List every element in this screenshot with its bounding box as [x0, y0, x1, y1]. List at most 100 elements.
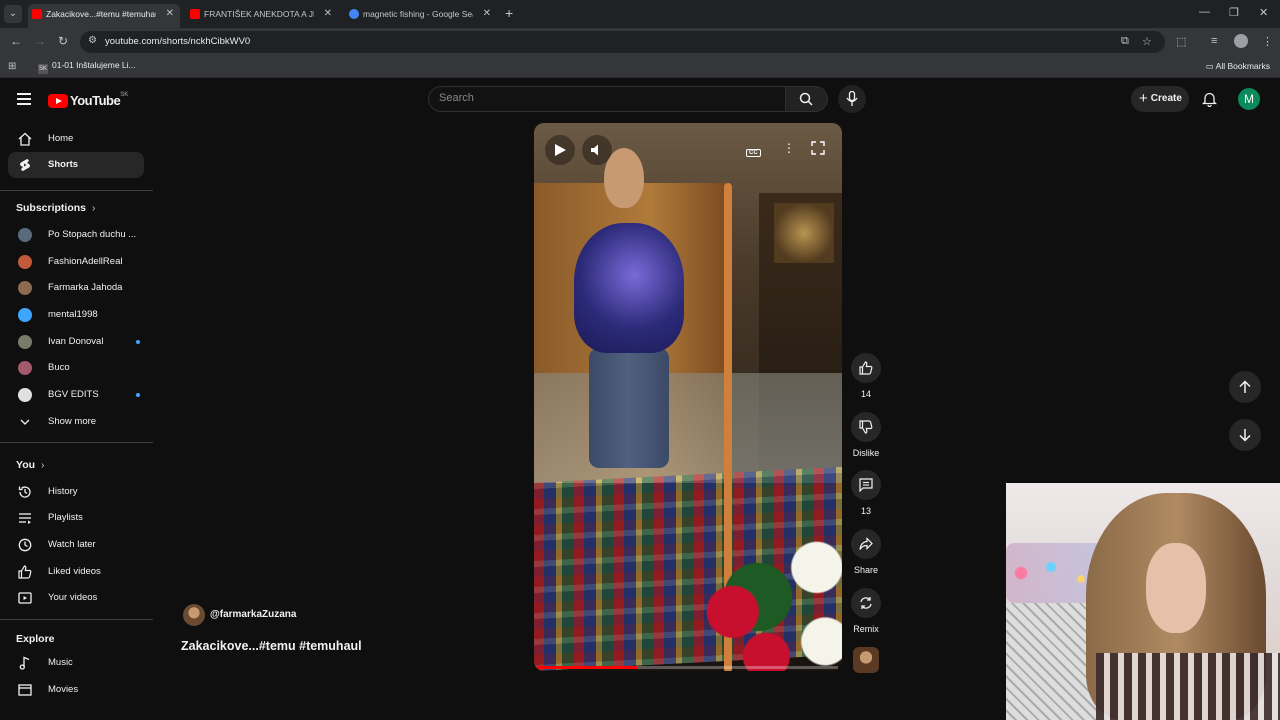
reload-icon[interactable]: ↻ — [58, 34, 68, 48]
close-tab-icon[interactable]: ✕ — [166, 4, 174, 24]
sidebar-item-subscription[interactable]: mental1998 — [8, 302, 144, 328]
section-title: You — [16, 459, 36, 471]
tab-title: FRANTIŠEK ANEKDOTA A JEHO — [204, 9, 314, 19]
fullscreen-button[interactable] — [811, 141, 825, 158]
channel-avatar — [18, 255, 32, 269]
sound-source-avatar[interactable] — [853, 647, 879, 673]
sidebar-item-shorts[interactable]: Shorts — [8, 152, 144, 178]
share-button[interactable]: Share — [850, 529, 882, 575]
address-bar[interactable]: ⚙ youtube.com/shorts/nckhCibkWV0 — [80, 31, 1165, 53]
short-video-player[interactable]: CC ⋮ — [534, 123, 842, 671]
history-icon — [18, 486, 31, 498]
sidebar-item-subscription[interactable]: Buco — [8, 355, 144, 381]
sidebar-item-subscription[interactable]: BGV EDITS — [8, 382, 144, 408]
movies-icon — [18, 684, 32, 696]
sidebar-item-your-videos[interactable]: Your videos — [8, 585, 144, 611]
browser-tab-active[interactable]: Zakacikove...#temu #temuhaul ✕ — [28, 4, 180, 28]
user-avatar[interactable]: M — [1238, 88, 1260, 110]
sidebar-item-movies[interactable]: Movies — [8, 677, 144, 700]
video-progress-fill — [538, 666, 637, 669]
sidebar-item-watch-later[interactable]: Watch later — [8, 532, 144, 558]
extensions-icon[interactable]: ⬚ — [1176, 35, 1186, 48]
channel-avatar — [18, 281, 32, 295]
subscriptions-heading[interactable]: Subscriptions › — [16, 202, 95, 214]
media-controls-icon[interactable]: ≡ — [1211, 35, 1217, 47]
webcam-scene — [1146, 543, 1206, 633]
sidebar-item-subscription[interactable]: Po Stopach duchu ... — [8, 222, 144, 248]
bookmark-item[interactable]: SK 01-01 Inštalujeme Li... — [38, 60, 136, 74]
create-label: Create — [1150, 93, 1182, 104]
sidebar-item-liked-videos[interactable]: Liked videos — [8, 559, 144, 585]
video-frame — [674, 523, 842, 671]
sidebar-item-label: Farmarka Jahoda — [48, 282, 123, 293]
plus-icon: + — [1139, 90, 1148, 107]
sidebar-item-music[interactable]: Music — [8, 650, 144, 676]
sidebar-item-playlists[interactable]: Playlists — [8, 505, 144, 531]
close-tab-icon[interactable]: ✕ — [483, 4, 491, 24]
browser-menu-icon[interactable]: ⋮ — [1262, 35, 1273, 48]
next-short-button[interactable] — [1229, 419, 1261, 451]
tab-search-button[interactable]: ⌄ — [4, 5, 22, 23]
new-tab-button[interactable]: + — [505, 4, 513, 22]
captions-button[interactable]: CC — [746, 143, 761, 157]
menu-icon[interactable] — [17, 93, 31, 105]
close-window-icon[interactable]: ✕ — [1259, 6, 1268, 19]
profile-avatar[interactable] — [1234, 34, 1248, 48]
arrow-up-icon — [1239, 380, 1251, 393]
voice-search-button[interactable] — [838, 85, 866, 113]
notifications-button[interactable] — [1201, 91, 1218, 112]
channel-avatar[interactable] — [183, 604, 205, 626]
mute-button[interactable] — [582, 135, 612, 165]
captions-icon: CC — [746, 149, 761, 157]
site-info-icon[interactable]: ⚙ — [88, 35, 97, 46]
play-button[interactable] — [545, 135, 575, 165]
show-more-button[interactable]: Show more — [8, 409, 144, 435]
more-options-icon[interactable]: ⋮ — [783, 141, 795, 155]
dislike-button[interactable]: Dislike — [850, 412, 882, 458]
sidebar-item-subscription[interactable]: FashionAdellReal — [8, 249, 144, 275]
home-icon — [18, 132, 32, 146]
browser-tab[interactable]: FRANTIŠEK ANEKDOTA A JEHO ✕ — [186, 4, 338, 28]
search-button[interactable] — [786, 86, 828, 112]
url-text[interactable]: youtube.com/shorts/nckhCibkWV0 — [105, 36, 250, 47]
browser-tab[interactable]: magnetic fishing - Google Sear ✕ — [345, 4, 497, 28]
forward-icon[interactable]: → — [34, 34, 46, 48]
chevron-right-icon: › — [92, 203, 96, 214]
close-tab-icon[interactable]: ✕ — [324, 4, 332, 24]
sidebar-item-subscription[interactable]: Ivan Donoval — [8, 329, 144, 355]
channel-avatar — [18, 335, 32, 349]
all-bookmarks-button[interactable]: ▭ All Bookmarks — [1206, 61, 1270, 72]
comment-icon — [859, 478, 873, 492]
you-heading[interactable]: You › — [16, 459, 44, 471]
sidebar-item-label: mental1998 — [48, 309, 98, 320]
create-button[interactable]: + Create — [1131, 86, 1189, 112]
sidebar-item-label: Music — [48, 657, 73, 668]
shorts-icon — [20, 159, 30, 171]
like-button[interactable]: 14 — [850, 353, 882, 399]
bookmark-star-icon[interactable]: ☆ — [1142, 35, 1152, 48]
channel-name[interactable]: @farmarkaZuzana — [210, 609, 296, 620]
minimize-icon[interactable]: — — [1199, 6, 1210, 18]
search-input[interactable] — [439, 92, 769, 104]
sidebar-item-label: History — [48, 486, 78, 497]
youtube-logo[interactable]: YouTubeSK — [48, 92, 128, 110]
sidebar-item-history[interactable]: History — [8, 479, 144, 505]
restore-icon[interactable]: ❐ — [1229, 6, 1239, 19]
bookmark-label: 01-01 Inštalujeme Li... — [52, 60, 136, 70]
sidebar-item-label: BGV EDITS — [48, 389, 99, 400]
clock-icon — [18, 538, 32, 552]
sidebar: Home Shorts Subscriptions › Po Stopach du… — [0, 120, 160, 700]
install-app-icon[interactable]: ⧉ — [1121, 35, 1129, 48]
sidebar-item-home[interactable]: Home — [8, 126, 144, 152]
volume-icon — [591, 144, 598, 156]
remix-button[interactable]: Remix — [850, 588, 882, 634]
chevron-right-icon: › — [41, 460, 45, 471]
apps-grid-icon[interactable]: ⊞ — [8, 61, 16, 72]
previous-short-button[interactable] — [1229, 371, 1261, 403]
short-title[interactable]: Zakacikove...#temu #temuhaul — [181, 639, 362, 653]
video-progress-bar[interactable] — [538, 666, 838, 669]
comments-button[interactable]: 13 — [850, 470, 882, 516]
back-icon[interactable]: ← — [10, 34, 22, 48]
logo-country: SK — [120, 92, 129, 98]
sidebar-item-subscription[interactable]: Farmarka Jahoda — [8, 275, 144, 301]
